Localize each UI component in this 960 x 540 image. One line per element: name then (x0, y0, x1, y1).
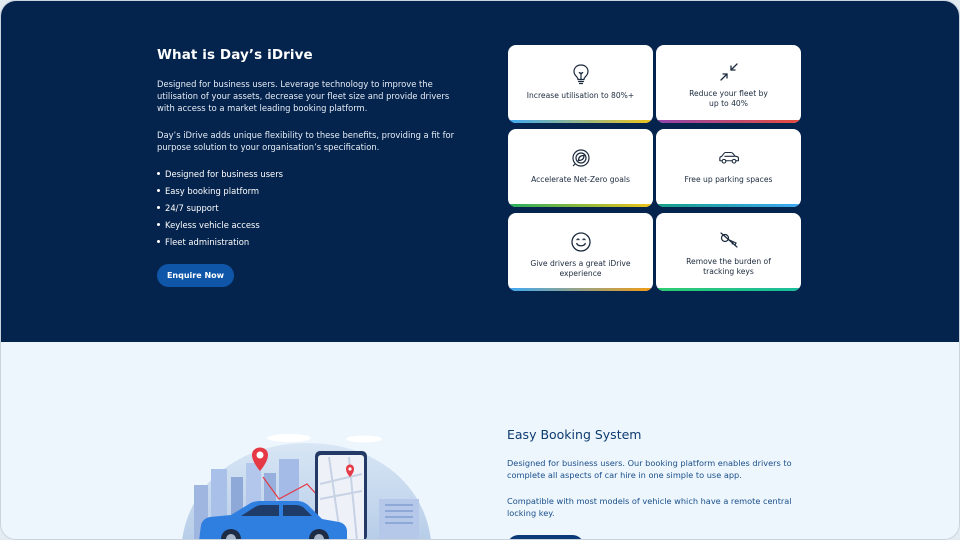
bullet-item: Keyless vehicle access (157, 219, 283, 236)
intro-paragraph-secondary: Day’s iDrive adds unique flexibility to … (157, 130, 455, 152)
card-label: Increase utilisation to 80%+ (526, 91, 635, 100)
easy-booking-section: Easy Booking System Designed for busines… (1, 342, 959, 539)
booking-compatibility-paragraph: Compatible with most models of vehicle w… (507, 496, 792, 518)
target-leaf-icon (570, 147, 592, 169)
card-label: Give drivers a great iDrive experience (530, 259, 631, 278)
benefit-card-keys: Remove the burden of tracking keys (656, 213, 801, 291)
smiley-icon (570, 231, 592, 253)
card-label: Free up parking spaces (684, 175, 773, 184)
booking-illustration (179, 429, 435, 539)
card-accent-bar (508, 120, 653, 123)
booking-paragraph: Designed for business users. Our booking… (507, 458, 792, 480)
no-key-icon (718, 229, 740, 251)
card-accent-bar (656, 288, 801, 291)
card-accent-bar (508, 288, 653, 291)
bullet-item: Easy booking platform (157, 185, 283, 202)
benefit-card-parking: Free up parking spaces (656, 129, 801, 207)
benefit-card-utilisation: Increase utilisation to 80%+ (508, 45, 653, 123)
intro-paragraph: Designed for business users. Leverage te… (157, 79, 450, 113)
benefit-card-net-zero: Accelerate Net-Zero goals (508, 129, 653, 207)
card-label: Accelerate Net-Zero goals (531, 175, 630, 184)
enquire-now-button[interactable]: Enquire Now (157, 264, 234, 287)
card-accent-bar (656, 204, 801, 207)
bullet-item: 24/7 support (157, 202, 283, 219)
bullet-item: Designed for business users (157, 168, 283, 185)
bullet-item: Fleet administration (157, 236, 283, 253)
feature-bullet-list: Designed for business users Easy booking… (157, 168, 283, 253)
booking-heading: Easy Booking System (507, 427, 642, 442)
card-accent-bar (508, 204, 653, 207)
page-frame: What is Day’s iDrive Designed for busine… (0, 0, 960, 540)
card-accent-bar (656, 120, 801, 123)
benefit-card-driver-experience: Give drivers a great iDrive experience (508, 213, 653, 291)
benefit-card-fleet-size: Reduce your fleet by up to 40% (656, 45, 801, 123)
intro-heading: What is Day’s iDrive (157, 47, 313, 63)
card-label: Reduce your fleet by up to 40% (689, 89, 768, 108)
idrive-intro-section: What is Day’s iDrive Designed for busine… (1, 1, 959, 342)
card-label: Remove the burden of tracking keys (686, 257, 771, 276)
shrink-arrows-icon (718, 61, 740, 83)
car-icon (718, 147, 740, 169)
lightbulb-icon (570, 63, 592, 85)
booking-cta-button[interactable] (507, 535, 584, 539)
